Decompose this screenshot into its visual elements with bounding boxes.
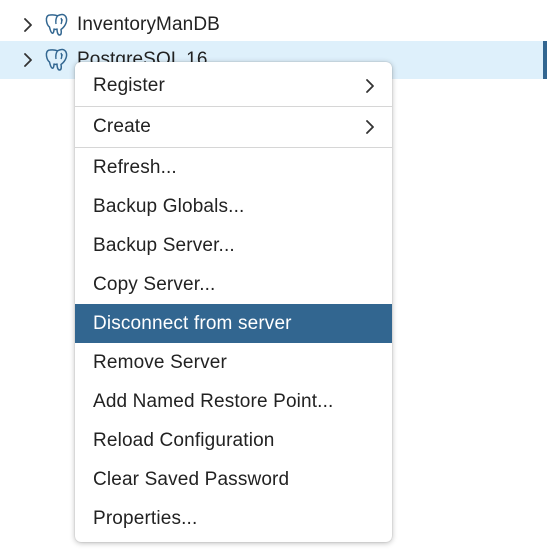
menu-item-label: Disconnect from server [93, 312, 292, 334]
menu-item-backup-server[interactable]: Backup Server... [75, 226, 392, 265]
tree-item-inventorymandb[interactable]: InventoryManDB [0, 6, 555, 44]
context-menu: Register Create Refresh... Backup Global… [75, 62, 392, 542]
menu-item-register[interactable]: Register [75, 66, 392, 106]
menu-item-label: Register [93, 75, 165, 96]
menu-item-label: Add Named Restore Point... [93, 390, 334, 412]
menu-item-create[interactable]: Create [75, 107, 392, 147]
menu-item-label: Remove Server [93, 351, 227, 373]
chevron-right-icon[interactable] [21, 18, 35, 32]
chevron-right-icon[interactable] [21, 53, 35, 67]
submenu-arrow-icon [364, 119, 376, 135]
menu-item-properties[interactable]: Properties... [75, 499, 392, 538]
menu-item-clear-saved-password[interactable]: Clear Saved Password [75, 460, 392, 499]
menu-item-disconnect-from-server[interactable]: Disconnect from server [75, 304, 392, 343]
menu-item-copy-server[interactable]: Copy Server... [75, 265, 392, 304]
menu-item-refresh[interactable]: Refresh... [75, 148, 392, 187]
submenu-arrow-icon [364, 78, 376, 94]
tree-item-label: InventoryManDB [77, 14, 220, 35]
menu-item-label: Create [93, 116, 151, 137]
postgres-elephant-icon [44, 12, 70, 38]
menu-item-label: Clear Saved Password [93, 468, 290, 490]
menu-item-label: Refresh... [93, 156, 177, 178]
menu-item-reload-configuration[interactable]: Reload Configuration [75, 421, 392, 460]
menu-item-label: Backup Server... [93, 234, 235, 256]
menu-item-label: Backup Globals... [93, 195, 245, 217]
menu-item-add-named-restore-point[interactable]: Add Named Restore Point... [75, 382, 392, 421]
menu-item-label: Copy Server... [93, 273, 216, 295]
menu-item-label: Reload Configuration [93, 429, 275, 451]
menu-item-backup-globals[interactable]: Backup Globals... [75, 187, 392, 226]
postgres-elephant-icon [44, 47, 70, 73]
menu-item-label: Properties... [93, 507, 198, 529]
menu-item-remove-server[interactable]: Remove Server [75, 343, 392, 382]
